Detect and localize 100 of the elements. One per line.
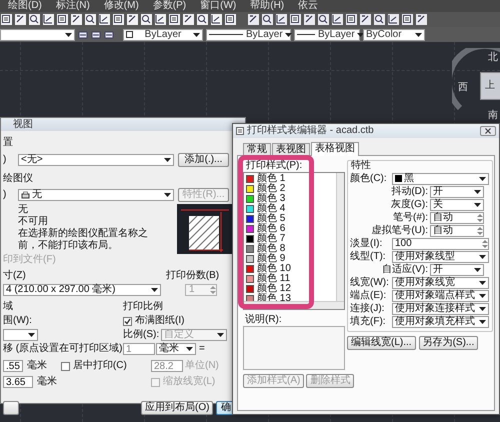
dropdown[interactable]: 毫米 <box>156 343 196 355</box>
field-label: 抖动(D): <box>390 186 429 198</box>
tool-icon[interactable] <box>388 14 399 25</box>
tool-icon[interactable] <box>183 14 194 25</box>
tool-icon[interactable] <box>169 14 180 25</box>
tab[interactable]: 表视图 <box>272 143 310 155</box>
close-button[interactable] <box>480 126 496 136</box>
tool-icon[interactable] <box>248 14 259 25</box>
list-item[interactable]: 颜色 6 <box>257 224 286 234</box>
dropdown[interactable] <box>0 28 75 40</box>
list-item[interactable]: 颜色 11 <box>257 274 290 284</box>
spinner[interactable]: 自动 <box>430 224 484 236</box>
dropdown[interactable]: ByLayer <box>206 28 291 40</box>
layer-icon[interactable] <box>104 30 114 40</box>
spinner[interactable]: 100 <box>392 238 489 250</box>
dropdown-arrow-icon <box>217 333 224 337</box>
dropdown[interactable]: 使用对象连接样式 <box>392 302 489 314</box>
layer-icon[interactable] <box>78 30 88 40</box>
list-item[interactable]: 颜色 5 <box>257 214 286 224</box>
button[interactable] <box>3 401 19 415</box>
tool-icon[interactable] <box>374 14 385 25</box>
tool-icon[interactable] <box>29 14 40 25</box>
list-item[interactable]: 颜色 7 <box>257 234 286 244</box>
tool-icon[interactable] <box>1 14 12 25</box>
dropdown-arrow-icon <box>479 254 486 258</box>
list-item[interactable]: 颜色 3 <box>257 194 286 204</box>
dropdown[interactable]: 4 (210.00 x 297.00 毫米) <box>3 284 161 296</box>
tool-icon[interactable] <box>276 14 287 25</box>
tool-icon[interactable] <box>416 14 427 25</box>
button[interactable]: 添加(.)... <box>178 153 229 167</box>
description-field[interactable] <box>243 326 345 370</box>
input-field[interactable]: .55 <box>3 360 23 372</box>
dropdown[interactable]: ByLayer <box>294 28 360 40</box>
tool-icon[interactable] <box>318 14 329 25</box>
tool-icon[interactable] <box>225 14 236 25</box>
dropdown[interactable]: 关 <box>430 198 484 210</box>
dropdown[interactable]: 使用对象线型 <box>392 250 489 262</box>
tool-icon[interactable] <box>155 14 166 25</box>
menu-item[interactable]: 依云 <box>298 0 318 12</box>
tool-icon[interactable] <box>43 14 54 25</box>
field-label: 线型(T): <box>349 250 387 262</box>
tool-icon[interactable] <box>197 14 208 25</box>
dropdown[interactable] <box>3 329 38 341</box>
dropdown[interactable]: ByColor <box>363 28 425 40</box>
tool-icon[interactable] <box>99 14 110 25</box>
tool-icon[interactable] <box>57 14 68 25</box>
tool-icon[interactable] <box>304 14 315 25</box>
tool-icon[interactable] <box>15 14 26 25</box>
tool-icon[interactable] <box>360 14 371 25</box>
dropdown[interactable]: 无 <box>18 189 174 201</box>
tool-icon[interactable] <box>211 14 222 25</box>
list-item[interactable]: 颜色 2 <box>257 184 286 194</box>
menu-item[interactable]: 帮助(H) <box>250 0 284 12</box>
tool-icon[interactable] <box>402 14 413 25</box>
spinner[interactable]: 自动 <box>430 212 484 224</box>
dropdown[interactable]: 黑 <box>392 172 489 184</box>
input-field[interactable]: 1 <box>123 343 155 355</box>
list-item[interactable]: 颜色 10 <box>257 264 291 274</box>
tool-icon[interactable] <box>85 14 96 25</box>
list-item[interactable]: 颜色 4 <box>257 204 286 214</box>
tool-icon[interactable] <box>290 14 301 25</box>
list-item[interactable]: 颜色 8 <box>257 244 286 254</box>
tab[interactable]: 表格视图 <box>311 142 359 156</box>
tool-icon[interactable] <box>346 14 357 25</box>
layer-icon[interactable] <box>91 30 101 40</box>
dropdown[interactable]: 使用对象线宽 <box>392 276 489 288</box>
tool-icon[interactable] <box>71 14 82 25</box>
button[interactable]: 另存为(S)... <box>418 336 478 350</box>
dropdown-arrow-icon <box>193 32 200 36</box>
tool-icon[interactable] <box>332 14 343 25</box>
list-item[interactable]: 颜色 1 <box>257 174 286 184</box>
checkbox[interactable] <box>60 362 70 370</box>
button[interactable]: 编辑线宽(L)... <box>347 336 416 350</box>
tool-icon[interactable] <box>141 14 152 25</box>
button[interactable]: 应用到布局(O) <box>141 401 213 415</box>
checkbox-label: 布满图纸(I) <box>135 315 184 327</box>
view-cube-face[interactable]: 上 <box>480 72 500 100</box>
dropdown[interactable]: 开 <box>430 186 484 198</box>
list-item[interactable]: 颜色 9 <box>257 254 286 264</box>
group-label: 移 (原点设置在可打印区域) <box>3 343 122 355</box>
input-field[interactable]: 3.65 <box>3 376 33 388</box>
dropdown[interactable]: ByLayer <box>123 28 203 40</box>
tab[interactable]: 常规 <box>243 143 271 155</box>
label: 单位(N) <box>185 360 219 372</box>
menu-item[interactable]: 修改(M) <box>104 0 139 12</box>
menu-item[interactable]: 参数(P) <box>152 0 186 12</box>
dropdown[interactable]: <无> <box>18 154 174 166</box>
list-item[interactable]: 颜色 12 <box>257 284 291 294</box>
tool-icon[interactable] <box>262 14 273 25</box>
scrollbar[interactable] <box>336 173 344 301</box>
dropdown-arrow-icon <box>151 288 158 292</box>
field-label: 笔号(#): <box>392 212 429 224</box>
menu-item[interactable]: 绘图(D) <box>8 0 42 12</box>
dropdown[interactable]: 使用对象端点样式 <box>392 290 489 302</box>
tool-icon[interactable] <box>113 14 124 25</box>
dropdown[interactable]: 开 <box>430 264 484 276</box>
checkbox[interactable] <box>123 316 132 326</box>
dropdown[interactable]: 使用对象填充样式 <box>392 316 489 328</box>
tool-icon[interactable] <box>127 14 138 25</box>
input-field[interactable]: 28.2 <box>151 360 183 372</box>
